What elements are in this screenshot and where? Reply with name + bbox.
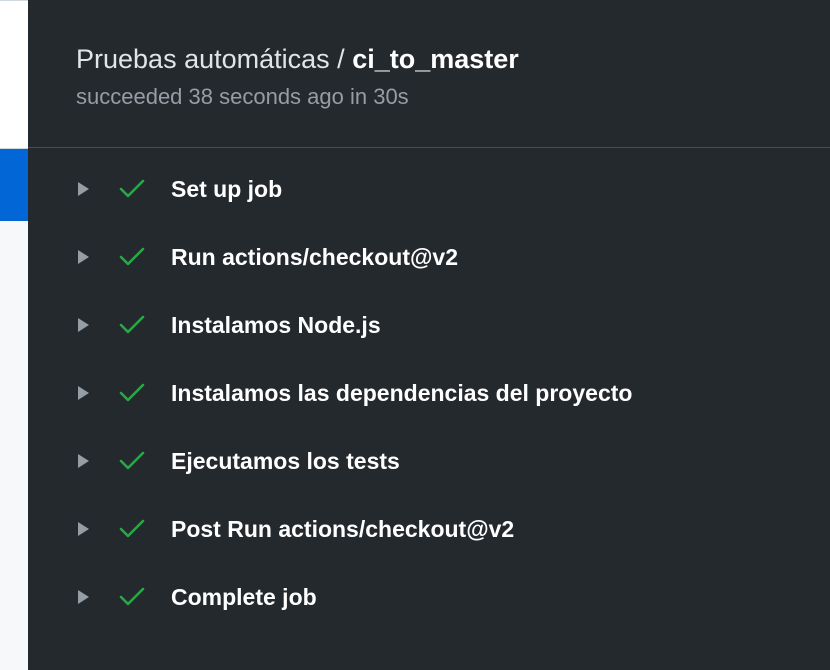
workflow-name: Pruebas automáticas xyxy=(76,44,330,74)
job-step[interactable]: Run actions/checkout@v2 xyxy=(28,223,830,291)
check-icon xyxy=(119,315,145,334)
job-status-text: succeeded 38 seconds ago in 30s xyxy=(76,84,409,109)
check-icon xyxy=(119,383,145,402)
job-title: Pruebas automáticas / ci_to_master xyxy=(76,43,519,75)
job-steps-list: Set up job Run actions/checkout@v2 Insta… xyxy=(28,155,830,631)
check-icon xyxy=(119,587,145,606)
chevron-right-icon[interactable] xyxy=(76,385,90,401)
check-icon xyxy=(119,247,145,266)
chevron-right-icon[interactable] xyxy=(76,589,90,605)
chevron-right-icon[interactable] xyxy=(76,453,90,469)
job-step[interactable]: Instalamos las dependencias del proyecto xyxy=(28,359,830,427)
step-label: Instalamos Node.js xyxy=(171,312,381,338)
workflow-run-view: Pruebas automáticas / ci_to_master succe… xyxy=(0,0,830,670)
job-step[interactable]: Ejecutamos los tests xyxy=(28,427,830,495)
sidebar-gutter-top xyxy=(0,1,28,148)
job-step[interactable]: Set up job xyxy=(28,155,830,223)
job-log-panel: Pruebas automáticas / ci_to_master succe… xyxy=(28,0,830,670)
step-label: Post Run actions/checkout@v2 xyxy=(171,516,515,542)
job-step[interactable]: Complete job xyxy=(28,563,830,631)
chevron-right-icon[interactable] xyxy=(76,317,90,333)
job-name: ci_to_master xyxy=(352,44,519,74)
step-label: Instalamos las dependencias del proyecto xyxy=(171,380,633,406)
sidebar-active-indicator[interactable] xyxy=(0,149,28,221)
chevron-right-icon[interactable] xyxy=(76,521,90,537)
job-step[interactable]: Post Run actions/checkout@v2 xyxy=(28,495,830,563)
step-label: Run actions/checkout@v2 xyxy=(171,244,458,270)
job-header: Pruebas automáticas / ci_to_master succe… xyxy=(28,0,830,148)
chevron-right-icon[interactable] xyxy=(76,181,90,197)
chevron-right-icon[interactable] xyxy=(76,249,90,265)
title-separator: / xyxy=(337,44,345,74)
check-icon xyxy=(119,179,145,198)
step-label: Ejecutamos los tests xyxy=(171,448,400,474)
check-icon xyxy=(119,519,145,538)
step-label: Complete job xyxy=(171,584,317,610)
step-label: Set up job xyxy=(171,176,283,202)
job-step[interactable]: Instalamos Node.js xyxy=(28,291,830,359)
check-icon xyxy=(119,451,145,470)
